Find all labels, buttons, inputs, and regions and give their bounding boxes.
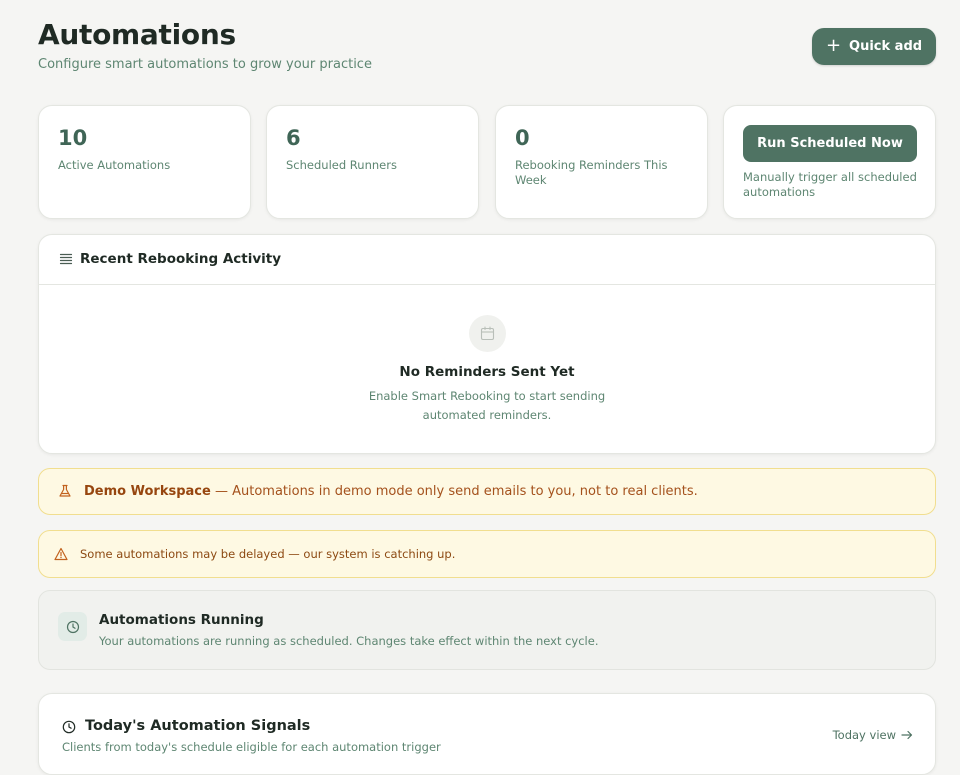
today-view-link[interactable]: Today view <box>833 728 913 742</box>
stat-label: Rebooking Reminders This Week <box>515 158 668 187</box>
delay-warning-banner: Some automations may be delayed — our sy… <box>38 530 936 578</box>
stat-card-scheduled-runners: 6 Scheduled Runners <box>266 105 479 219</box>
panel-title: Recent Rebooking Activity <box>80 251 282 267</box>
stat-label: Scheduled Runners <box>286 158 397 172</box>
stats-row: 10 Active Automations 6 Scheduled Runner… <box>38 105 936 219</box>
empty-state-title: No Reminders Sent Yet <box>399 364 575 380</box>
today-view-label: Today view <box>832 728 896 742</box>
signals-subtitle: Clients from today's schedule eligible f… <box>62 740 441 754</box>
list-icon <box>59 253 73 265</box>
running-description: Your automations are running as schedule… <box>99 634 599 648</box>
demo-banner-strong: Demo Workspace <box>84 484 211 499</box>
page-title: Automations <box>38 18 236 51</box>
running-title: Automations Running <box>99 612 264 628</box>
stat-value: 10 <box>58 126 88 150</box>
page-subtitle: Configure smart automations to grow your… <box>38 57 372 72</box>
stat-label: Active Automations <box>58 158 171 172</box>
flask-icon <box>59 484 71 497</box>
automations-running-panel: Automations Running Your automations are… <box>38 590 936 670</box>
run-scheduled-now-button[interactable]: Run Scheduled Now <box>743 125 917 162</box>
demo-banner-message: — Automations in demo mode only send ema… <box>210 484 698 499</box>
calendar-icon <box>480 326 495 341</box>
panel-header: Recent Rebooking Activity <box>39 235 935 285</box>
plus-icon: + <box>825 34 842 56</box>
run-scheduled-card: Run Scheduled Now Manually trigger all s… <box>723 105 936 219</box>
clock-icon <box>62 720 76 734</box>
signals-title: Today's Automation Signals <box>85 718 311 734</box>
arrow-right-icon <box>901 730 913 740</box>
running-icon-wrap <box>58 612 87 641</box>
delay-warning-text: Some automations may be delayed — our sy… <box>80 547 456 561</box>
empty-state-description: Enable Smart Rebooking to start sending … <box>368 389 606 422</box>
run-scheduled-hint: Manually trigger all scheduled automatio… <box>743 170 917 199</box>
clock-icon <box>66 620 79 633</box>
warning-triangle-icon <box>54 547 68 561</box>
stat-card-active-automations: 10 Active Automations <box>38 105 251 219</box>
page-header: Automations Configure smart automations … <box>38 18 936 78</box>
todays-automation-signals-panel: Today's Automation Signals Clients from … <box>38 693 936 775</box>
empty-state-icon-wrap <box>469 315 506 352</box>
demo-workspace-banner: Demo Workspace — Automations in demo mod… <box>38 468 936 515</box>
stat-value: 6 <box>286 126 301 150</box>
quick-add-button[interactable]: + Quick add <box>812 28 936 65</box>
stat-card-rebooking-reminders: 0 Rebooking Reminders This Week <box>495 105 708 219</box>
demo-banner-text: Demo Workspace — Automations in demo mod… <box>84 484 698 499</box>
quick-add-label: Quick add <box>849 39 923 54</box>
stat-value: 0 <box>515 126 530 150</box>
recent-rebooking-activity-panel: Recent Rebooking Activity No Reminders S… <box>38 234 936 454</box>
